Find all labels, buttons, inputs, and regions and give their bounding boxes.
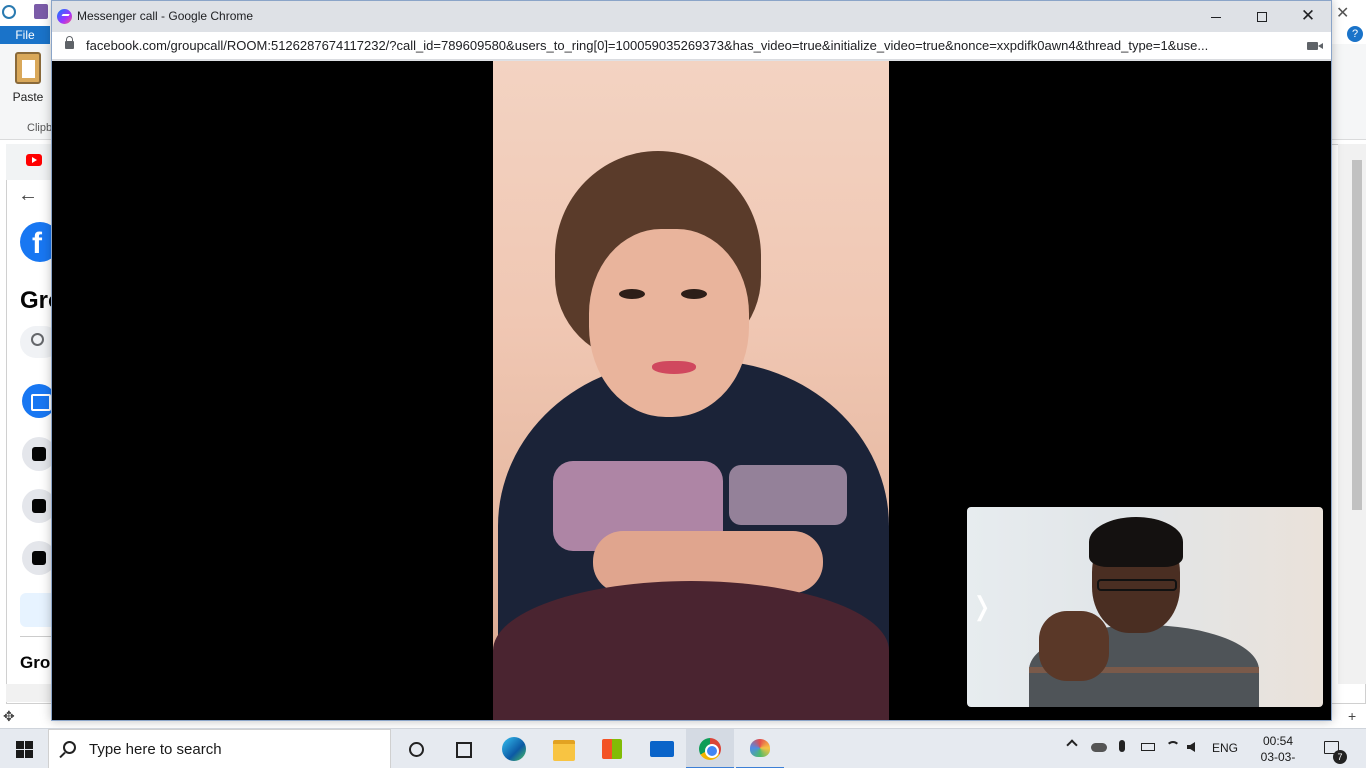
self-hair-shape <box>1089 517 1183 567</box>
windows-logo-icon <box>16 741 24 749</box>
self-hand-shape <box>1039 611 1109 681</box>
url-text[interactable]: facebook.com/groupcall/ROOM:512628767411… <box>86 38 1296 53</box>
search-icon <box>63 741 76 754</box>
groups-section-heading: Gro <box>20 653 51 672</box>
taskbar-search-box[interactable]: Type here to search <box>48 729 391 768</box>
taskbar: Type here to search ENG 00:54 03-03-2022… <box>0 728 1366 768</box>
notification-count-badge: 7 <box>1333 750 1347 764</box>
search-icon <box>31 333 44 346</box>
back-arrow-icon[interactable]: ← <box>18 184 38 207</box>
cortana-icon[interactable] <box>392 729 440 768</box>
blanket-shape <box>493 581 889 720</box>
lock-icon[interactable] <box>65 36 74 49</box>
file-explorer-icon[interactable] <box>540 729 588 768</box>
volume-icon[interactable] <box>1187 742 1195 752</box>
youtube-icon[interactable] <box>26 154 42 166</box>
clock[interactable]: 00:54 03-03-2022 <box>1248 733 1308 768</box>
start-button[interactable] <box>0 729 48 768</box>
remote-face-shape <box>589 229 749 417</box>
microsoft-store-icon[interactable] <box>588 729 636 768</box>
zoom-in-icon[interactable]: + <box>1348 708 1356 724</box>
task-view-icon[interactable] <box>440 729 488 768</box>
mail-icon[interactable] <box>638 729 686 768</box>
paste-label: Paste <box>12 90 44 104</box>
window-title: Messenger call - Google Chrome <box>77 9 254 23</box>
wifi-icon[interactable] <box>1166 741 1180 755</box>
maximize-button[interactable] <box>1242 5 1282 27</box>
onedrive-cloud-icon[interactable] <box>1091 743 1107 752</box>
edge-icon[interactable] <box>490 729 538 768</box>
taskbar-search-placeholder: Type here to search <box>89 741 222 758</box>
show-hidden-icons-chevron-icon[interactable] <box>1066 739 1078 751</box>
video-call-area: ❭ <box>52 61 1331 720</box>
minimize-icon <box>1211 16 1221 18</box>
clock-date: 03-03-2022 <box>1260 750 1296 768</box>
remote-participant-video <box>493 61 889 720</box>
messenger-icon <box>57 9 72 24</box>
messenger-call-window: Messenger call - Google Chrome ✕ faceboo… <box>51 0 1332 721</box>
save-icon[interactable] <box>34 4 48 19</box>
battery-icon[interactable] <box>1141 743 1155 751</box>
left-eye-shape <box>619 289 645 299</box>
address-bar[interactable]: facebook.com/groupcall/ROOM:512628767411… <box>52 32 1331 60</box>
close-button[interactable]: ✕ <box>1288 5 1328 27</box>
microphone-icon[interactable] <box>1119 740 1125 752</box>
language-indicator[interactable]: ENG <box>1212 741 1238 755</box>
chrome-icon[interactable] <box>686 729 734 768</box>
self-view-video[interactable]: ❭ <box>967 507 1323 707</box>
right-eye-shape <box>681 289 707 299</box>
help-icon[interactable]: ? <box>1347 26 1363 42</box>
background-close-icon[interactable]: ✕ <box>1336 3 1349 23</box>
collapse-self-view-icon[interactable]: ❭ <box>971 591 993 622</box>
clock-time: 00:54 <box>1262 734 1294 748</box>
clipboard-icon <box>15 52 41 84</box>
camera-in-use-icon[interactable] <box>1307 42 1323 50</box>
paste-button[interactable]: Paste <box>8 52 48 104</box>
glasses-shape <box>1097 579 1177 591</box>
quick-access-icon[interactable] <box>2 5 16 19</box>
scrollbar-thumb[interactable] <box>1352 160 1362 510</box>
maximize-icon <box>1257 12 1267 23</box>
minimize-button[interactable] <box>1196 5 1236 27</box>
clipboard-group-label: Clipb <box>27 122 53 134</box>
paint-icon[interactable] <box>736 729 784 768</box>
horizontal-scrollbar[interactable] <box>6 684 56 702</box>
move-icon: ✥ <box>3 708 15 724</box>
lips-shape <box>652 361 696 374</box>
file-tab[interactable]: File <box>0 26 50 44</box>
hoodie-print-shape-right <box>729 465 847 525</box>
window-title-bar[interactable]: Messenger call - Google Chrome ✕ <box>52 1 1331 32</box>
